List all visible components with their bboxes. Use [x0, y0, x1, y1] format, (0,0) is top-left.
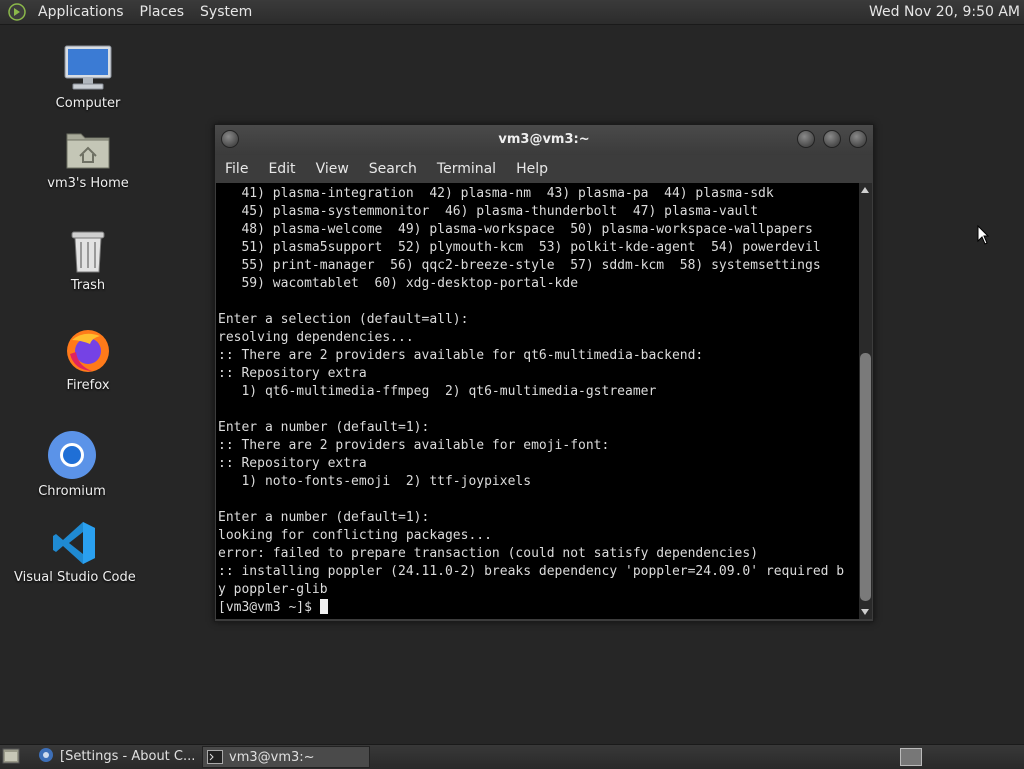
terminal-line: 1) noto-fonts-emoji 2) ttf-joypixels — [241, 474, 532, 489]
menu-view[interactable]: View — [306, 155, 359, 183]
scroll-thumb[interactable] — [860, 353, 871, 601]
mouse-pointer-icon — [977, 225, 989, 245]
applications-menu[interactable]: Applications — [30, 0, 132, 24]
terminal-line: looking for conflicting packages... — [218, 528, 492, 543]
workspace-switcher[interactable] — [900, 748, 922, 766]
terminal-line: 51) plasma5support 52) plymouth-kcm 53) … — [241, 240, 821, 255]
desktop-icon-firefox[interactable]: Firefox — [48, 326, 128, 393]
terminal-window[interactable]: vm3@vm3:~ File Edit View Search Terminal… — [214, 124, 874, 622]
terminal-line: :: Repository extra — [218, 456, 367, 471]
menu-terminal[interactable]: Terminal — [427, 155, 506, 183]
desktop-icon-vscode[interactable]: Visual Studio Code — [14, 520, 136, 585]
desktop-icon-trash[interactable]: Trash — [48, 228, 128, 293]
desktop-icon-label: Visual Studio Code — [14, 570, 136, 585]
taskbar-item-settings[interactable]: [Settings - About C... — [34, 746, 198, 768]
desktop-icon-label: Trash — [70, 278, 106, 293]
terminal-menubar: File Edit View Search Terminal Help — [215, 155, 873, 183]
terminal-line: :: There are 2 providers available for q… — [218, 348, 704, 363]
desktop-icon-label: Firefox — [66, 378, 110, 393]
show-desktop-icon[interactable] — [2, 748, 20, 764]
text-cursor — [319, 599, 328, 614]
menu-edit[interactable]: Edit — [258, 155, 305, 183]
home-folder-icon — [66, 133, 110, 169]
top-panel: Applications Places System Wed Nov 20, 9… — [0, 0, 1024, 25]
terminal-app-icon — [207, 750, 223, 764]
terminal-line: :: installing poppler (24.11.0-2) breaks… — [218, 564, 845, 579]
taskbar-item-label: [Settings - About C... — [60, 749, 196, 764]
shell-prompt: [vm3@vm3 ~]$ — [218, 600, 320, 615]
mate-logo-icon[interactable] — [8, 3, 26, 21]
terminal-scrollbar[interactable] — [859, 183, 872, 619]
desktop-icon-label: vm3's Home — [47, 176, 129, 191]
terminal-line: :: Repository extra — [218, 366, 367, 381]
menu-search[interactable]: Search — [359, 155, 427, 183]
firefox-icon — [67, 330, 109, 372]
terminal-output[interactable]: 41) plasma-integration 42) plasma-nm 43)… — [216, 183, 859, 619]
close-icon[interactable] — [849, 130, 867, 148]
terminal-line: Enter a number (default=1): — [218, 420, 430, 435]
terminal-line: 55) print-manager 56) qqc2-breeze-style … — [241, 258, 821, 273]
terminal-line: 48) plasma-welcome 49) plasma-workspace … — [241, 222, 813, 237]
terminal-line: resolving dependencies... — [218, 330, 414, 345]
terminal-line: error: failed to prepare transaction (co… — [218, 546, 759, 561]
minimize-icon[interactable] — [797, 130, 815, 148]
clock[interactable]: Wed Nov 20, 9:50 AM — [869, 0, 1020, 24]
menu-file[interactable]: File — [215, 155, 258, 183]
bottom-panel: [Settings - About C... vm3@vm3:~ — [0, 744, 1024, 769]
terminal-line: :: There are 2 providers available for e… — [218, 438, 610, 453]
terminal-line: Enter a selection (default=all): — [218, 312, 469, 327]
terminal-line: 41) plasma-integration 42) plasma-nm 43)… — [241, 186, 774, 201]
desktop-icon-label: Chromium — [38, 484, 106, 499]
terminal-text[interactable]: 41) plasma-integration 42) plasma-nm 43)… — [216, 183, 859, 617]
maximize-icon[interactable] — [823, 130, 841, 148]
terminal-line: y poppler-glib — [218, 582, 328, 597]
chromium-icon — [48, 431, 96, 479]
desktop-icon-chromium[interactable]: Chromium — [32, 430, 112, 499]
terminal-line: Enter a number (default=1): — [218, 510, 430, 525]
computer-icon — [64, 45, 112, 90]
terminal-line: 59) wacomtablet 60) xdg-desktop-portal-k… — [241, 276, 579, 291]
desktop-icon-home[interactable]: vm3's Home — [38, 128, 138, 191]
settings-app-icon — [39, 748, 53, 762]
menu-help[interactable]: Help — [506, 155, 558, 183]
trash-icon — [71, 231, 105, 273]
scroll-down-icon[interactable] — [861, 609, 869, 615]
taskbar-item-label: vm3@vm3:~ — [229, 750, 315, 765]
terminal-line: 1) qt6-multimedia-ffmpeg 2) qt6-multimed… — [241, 384, 657, 399]
system-menu[interactable]: System — [192, 0, 260, 24]
terminal-lines: 41) plasma-integration 42) plasma-nm 43)… — [218, 186, 844, 597]
window-titlebar[interactable]: vm3@vm3:~ — [215, 125, 873, 155]
terminal-line: 45) plasma-systemmonitor 46) plasma-thun… — [241, 204, 759, 219]
vscode-icon — [53, 522, 95, 564]
scroll-up-icon[interactable] — [861, 187, 869, 193]
desktop-icon-label: Computer — [55, 96, 121, 111]
window-title: vm3@vm3:~ — [498, 132, 590, 147]
desktop-icon-computer[interactable]: Computer — [48, 44, 128, 111]
window-menu-icon[interactable] — [221, 130, 239, 148]
taskbar-item-terminal[interactable]: vm3@vm3:~ — [202, 746, 370, 768]
places-menu[interactable]: Places — [132, 0, 193, 24]
